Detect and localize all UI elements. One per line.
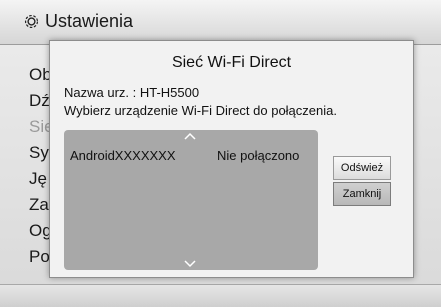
menu-item-jezyk[interactable]: Ję [29,169,47,189]
title-bar: Ustawienia [0,0,441,45]
instruction-text: Wybierz urządzenie Wi-Fi Direct do połąc… [64,103,337,118]
chevron-up-icon[interactable] [182,131,198,141]
menu-item-pomoc[interactable]: Po [29,247,50,267]
chevron-down-icon[interactable] [182,259,198,269]
page-title: Ustawienia [45,11,134,31]
bottom-bar [0,284,441,307]
menu-item-system[interactable]: Sy [29,143,49,163]
gear-icon [24,14,39,29]
wifi-direct-dialog: Sieć Wi-Fi Direct Nazwa urz. : HT-H5500 … [49,40,414,278]
refresh-button[interactable]: Odśwież [333,156,391,180]
device-status: Nie połączono [217,148,300,163]
menu-item-dzwiek[interactable]: Dź [29,91,50,111]
menu-item-zabezpieczenia[interactable]: Za [29,195,49,215]
device-list[interactable]: AndroidXXXXXXX Nie połączono [64,130,318,270]
device-name: AndroidXXXXXXX [70,148,176,163]
dialog-title: Sieć Wi-Fi Direct [171,54,292,71]
close-button[interactable]: Zamknij [333,182,391,206]
list-item[interactable]: AndroidXXXXXXX Nie połączono [64,146,318,168]
device-name-label: Nazwa urz. : HT-H5500 [64,85,200,100]
